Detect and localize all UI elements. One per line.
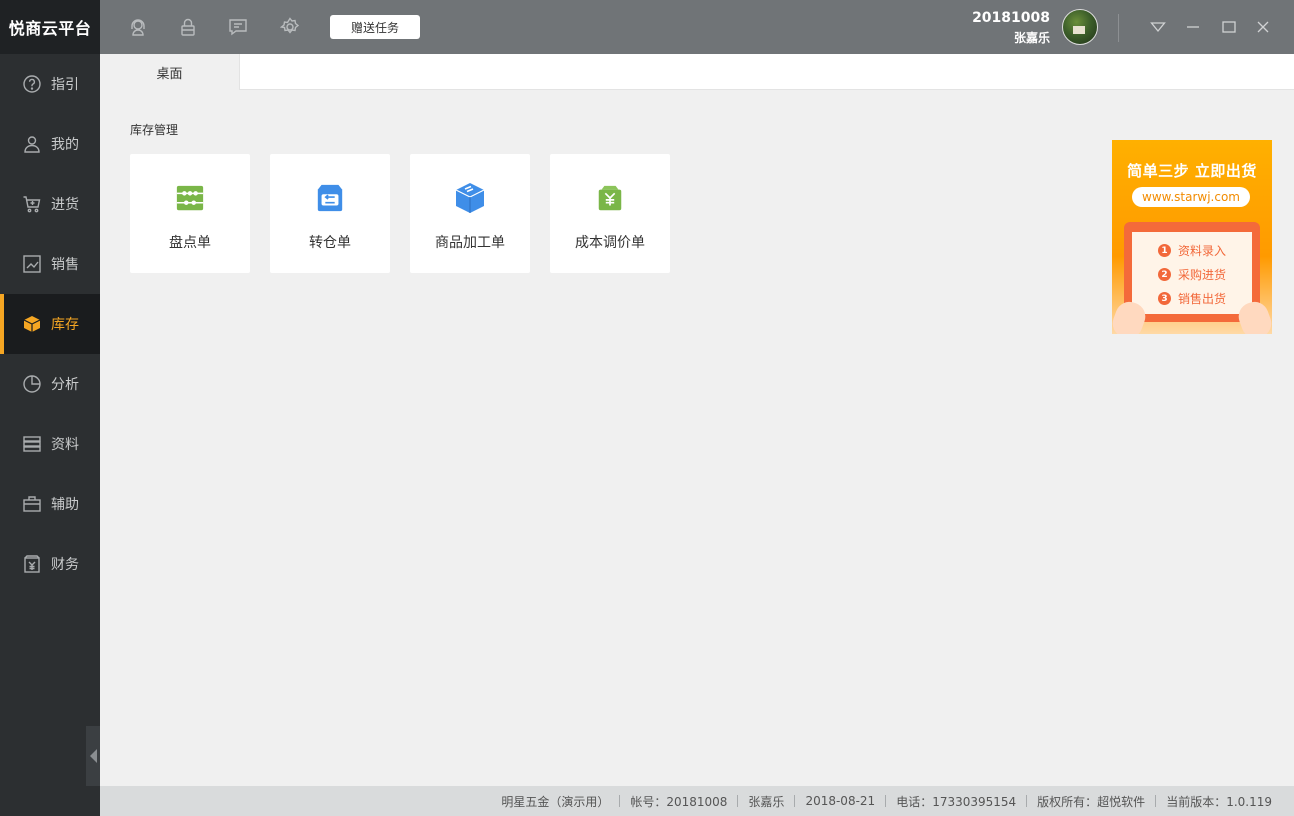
avatar[interactable] — [1062, 9, 1098, 45]
status-separator — [1026, 795, 1028, 807]
promo-banner[interactable]: 简单三步 立即出货 www.starwj.com 1 资料录入 2 采购进货 3 销售… — [1112, 140, 1272, 334]
sidebar-item-label: 库存 — [51, 317, 79, 333]
status-separator — [619, 795, 621, 807]
section-title: 库存管理 — [130, 123, 179, 137]
top-bar: 赠送任务 20181008 张嘉乐 — [100, 0, 1294, 54]
sidebar-item-analysis[interactable]: 分析 — [0, 354, 100, 414]
minimize-icon[interactable] — [1183, 17, 1203, 37]
card-cost-adjustment[interactable]: 成本调价单 — [550, 154, 670, 273]
chevron-left-icon — [89, 749, 97, 763]
sidebar-item-label: 财务 — [51, 557, 79, 573]
sidebar-item-label: 进货 — [51, 197, 79, 213]
status-separator — [794, 795, 796, 807]
gear-icon[interactable] — [278, 15, 302, 39]
status-separator — [1155, 795, 1157, 807]
status-user: 张嘉乐 — [748, 794, 785, 809]
status-separator — [885, 795, 887, 807]
price-tag-icon — [594, 182, 626, 214]
maximize-icon[interactable] — [1219, 17, 1239, 37]
status-phone: 电话：17330395154 — [896, 794, 1017, 809]
tab-desktop[interactable]: 桌面 — [100, 54, 240, 90]
promo-title: 简单三步 立即出货 — [1127, 162, 1257, 180]
sidebar-item-label: 销售 — [51, 257, 79, 273]
topbar-divider — [1118, 14, 1119, 42]
sidebar: 悦商云平台 指引 我的 进货 销售 库存 分析 资料 辅助 财务 — [0, 0, 100, 816]
abacus-icon — [174, 182, 206, 214]
pie-chart-icon — [22, 374, 42, 394]
status-version: 当前版本：1.0.119 — [1166, 794, 1272, 809]
gift-task-button[interactable]: 赠送任务 — [330, 15, 420, 39]
card-goods-processing[interactable]: 商品加工单 — [410, 154, 530, 273]
sidebar-item-data[interactable]: 资料 — [0, 414, 100, 474]
package-icon — [454, 182, 486, 214]
sidebar-item-sales[interactable]: 销售 — [0, 234, 100, 294]
sidebar-item-label: 辅助 — [51, 497, 79, 513]
yuan-icon — [22, 554, 42, 574]
status-copyright: 版权所有：超悦软件 — [1037, 794, 1146, 809]
close-icon[interactable] — [1253, 17, 1273, 37]
sidebar-item-label: 资料 — [51, 437, 79, 453]
sidebar-collapse-handle[interactable] — [86, 726, 100, 786]
promo-url: www.starwj.com — [1132, 187, 1250, 207]
sidebar-item-purchase[interactable]: 进货 — [0, 174, 100, 234]
user-account-id: 20181008 — [972, 10, 1050, 26]
status-separator — [737, 795, 739, 807]
tab-strip: 桌面 — [100, 54, 1294, 90]
cart-add-icon — [22, 194, 42, 214]
card-label: 成本调价单 — [575, 235, 645, 251]
chart-line-icon — [22, 254, 42, 274]
message-icon[interactable] — [226, 15, 250, 39]
sidebar-item-label: 分析 — [51, 377, 79, 393]
promo-step: 2 采购进货 — [1158, 266, 1226, 283]
sidebar-item-assist[interactable]: 辅助 — [0, 474, 100, 534]
user-icon — [22, 134, 42, 154]
card-stocktake[interactable]: 盘点单 — [130, 154, 250, 273]
card-label: 商品加工单 — [435, 235, 505, 251]
status-bar: 明星五金（演示用） 帐号：20181008 张嘉乐 2018-08-21 电话：… — [100, 786, 1294, 816]
card-label: 盘点单 — [169, 235, 211, 251]
promo-step: 1 资料录入 — [1158, 242, 1226, 259]
sidebar-item-mine[interactable]: 我的 — [0, 114, 100, 174]
sidebar-item-label: 指引 — [51, 77, 79, 93]
transfer-icon — [314, 182, 346, 214]
status-account: 帐号：20181008 — [630, 794, 728, 809]
sidebar-item-label: 我的 — [51, 137, 79, 153]
app-brand: 悦商云平台 — [0, 0, 100, 54]
support-headset-icon[interactable] — [126, 15, 150, 39]
status-company: 明星五金（演示用） — [501, 794, 610, 809]
toolbox-icon — [22, 494, 42, 514]
card-warehouse-transfer[interactable]: 转仓单 — [270, 154, 390, 273]
lock-icon[interactable] — [176, 15, 200, 39]
question-circle-icon — [22, 74, 42, 94]
card-label: 转仓单 — [309, 235, 351, 251]
promo-step: 3 销售出货 — [1158, 290, 1226, 307]
user-display-name: 张嘉乐 — [1013, 31, 1050, 45]
status-date: 2018-08-21 — [805, 794, 876, 808]
database-icon — [22, 434, 42, 454]
box-icon — [22, 314, 42, 334]
sidebar-item-guide[interactable]: 指引 — [0, 54, 100, 114]
sidebar-item-inventory[interactable]: 库存 — [0, 294, 100, 354]
dropdown-triangle-icon[interactable] — [1148, 17, 1168, 37]
sidebar-item-finance[interactable]: 财务 — [0, 534, 100, 594]
